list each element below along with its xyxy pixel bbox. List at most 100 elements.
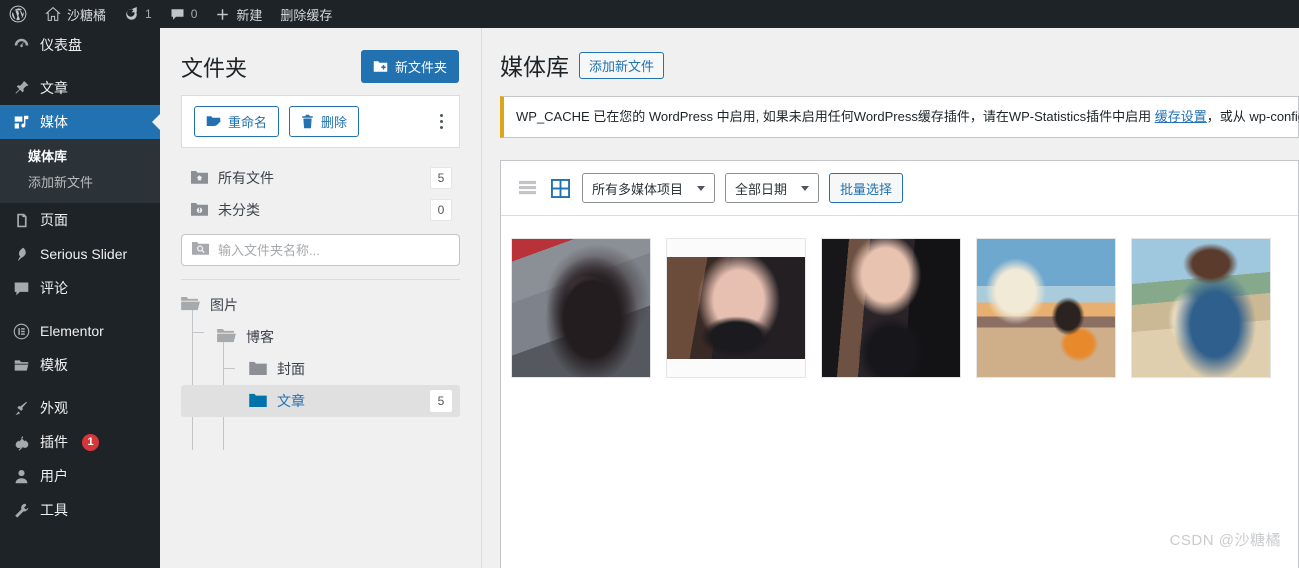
thumbnail-overlay [512,239,650,377]
chevron-down-icon [697,185,706,191]
tree-row-blog[interactable]: 博客 [181,321,460,353]
sidebar-item-label: Serious Slider [40,246,128,262]
plugin-icon [11,434,31,451]
sidebar-item-posts[interactable]: 文章 [0,71,160,105]
folder-row-uncategorized[interactable]: 未分类 0 [181,194,460,226]
folders-header: 文件夹 新文件夹 [160,28,481,95]
media-item-chinese-illustration[interactable] [1131,238,1271,378]
sidebar-item-label: 评论 [40,280,68,296]
tree-row-images[interactable]: 图片 [181,289,460,321]
template-folder-icon [11,357,31,374]
media-item-portrait-woman[interactable] [666,238,806,378]
sidebar-item-plugins[interactable]: 插件 1 [0,425,160,459]
plugins-update-badge: 1 [82,433,99,451]
folders-panel: 文件夹 新文件夹 重命名 删除 所有文件 5 未分类 0 输入文件夹名称... … [160,28,482,568]
media-item-girl-and-cat[interactable] [976,238,1116,378]
tools-wrench-icon [11,502,31,519]
tree-row-articles[interactable]: 文章 5 [181,385,460,417]
media-type-filter[interactable]: 所有多媒体项目 [582,173,716,203]
comments-menu[interactable]: 0 [161,0,207,28]
sidebar-item-comments[interactable]: 评论 [0,271,160,305]
slider-icon [11,246,31,263]
sidebar-separator [0,62,160,71]
media-date-filter-value: 全部日期 [735,181,788,197]
more-options-icon[interactable] [436,110,447,133]
sidebar-item-appearance[interactable]: 外观 [0,391,160,425]
folder-tree: 图片 博客 封面 文章 5 [160,280,481,450]
tree-row-label: 文章 [277,393,305,409]
folder-open-icon [217,328,236,346]
sidebar-subitem-media-library[interactable]: 媒体库 [0,144,160,170]
cache-settings-link[interactable]: 缓存设置 [1155,109,1207,124]
sidebar-item-label: Elementor [40,323,104,339]
media-library-page: 媒体库 添加新文件 WP_CACHE 已在您的 WordPress 中启用, 如… [483,28,1299,568]
chevron-down-icon [801,185,810,191]
list-view-icon[interactable] [516,177,539,200]
sidebar-item-label: 文章 [40,80,68,96]
thumbnail-overlay [1132,239,1270,377]
new-folder-button[interactable]: 新文件夹 [360,50,459,83]
media-icon [11,114,31,131]
thumbnail-overlay [822,239,960,377]
sidebar-item-elementor[interactable]: Elementor [0,314,160,348]
sidebar-subitem-add-new-media[interactable]: 添加新文件 [0,170,160,196]
sidebar-item-tools[interactable]: 工具 [0,493,160,527]
sidebar-item-label: 页面 [40,212,68,228]
folder-row-all-files[interactable]: 所有文件 5 [181,162,460,194]
sidebar-item-dashboard[interactable]: 仪表盘 [0,28,160,62]
sidebar-submenu-media: 媒体库 添加新文件 [0,139,160,203]
media-date-filter[interactable]: 全部日期 [725,173,820,203]
folder-home-icon [191,170,208,187]
bulk-select-button[interactable]: 批量选择 [829,173,904,203]
site-name-menu[interactable]: 沙糖橘 [36,0,115,28]
user-icon [11,468,31,485]
folder-row-count: 0 [430,199,452,221]
sidebar-item-templates[interactable]: 模板 [0,348,160,382]
delete-folder-button[interactable]: 删除 [289,106,360,137]
rename-folder-label: 重命名 [228,115,268,130]
purge-cache-label: 删除缓存 [280,7,333,23]
sidebar-item-users[interactable]: 用户 [0,459,160,493]
media-grid [501,216,1298,378]
folder-search-input[interactable] [218,242,449,258]
media-item-girl-with-umbrella[interactable] [511,238,651,378]
wordpress-logo-icon [9,5,27,23]
sidebar-item-media[interactable]: 媒体 [0,105,160,139]
thumbnail-overlay [977,239,1115,377]
site-name-label: 沙糖橘 [67,7,107,23]
notice-text-before-link: WP_CACHE 已在您的 WordPress 中启用, 如果未启用任何Word… [516,109,1155,124]
purge-cache-menu[interactable]: 删除缓存 [271,0,341,28]
tree-row-label: 博客 [246,329,274,345]
new-content-menu[interactable]: 新建 [206,0,271,28]
folders-quick-list: 所有文件 5 未分类 0 [160,148,481,226]
folder-search-box[interactable] [181,234,460,266]
folder-row-label: 所有文件 [218,170,274,186]
comments-count: 0 [190,7,198,21]
plus-icon [215,7,230,22]
folder-closed-blue-icon [249,393,267,410]
folder-uncategorized-icon [191,202,208,219]
tree-row-label: 封面 [277,361,305,377]
grid-view-icon[interactable] [549,177,572,200]
page-icon [11,212,31,229]
media-frame: 所有多媒体项目 全部日期 批量选择 [500,160,1299,568]
sidebar-item-label: 媒体 [40,114,68,130]
dashboard-icon [11,37,31,54]
wordpress-logo-menu[interactable] [0,0,36,28]
delete-folder-label: 删除 [321,115,348,130]
media-item-woman-black-top[interactable] [821,238,961,378]
page-title: 媒体库 [500,54,569,80]
sidebar-separator [0,382,160,391]
updates-menu[interactable]: 1 [115,0,161,28]
rename-folder-button[interactable]: 重命名 [194,106,280,137]
admin-bar: 沙糖橘 1 0 新建 删除缓存 [0,0,1299,28]
sidebar-item-pages[interactable]: 页面 [0,203,160,237]
tree-row-covers[interactable]: 封面 [181,353,460,385]
sidebar-item-serious-slider[interactable]: Serious Slider [0,237,160,271]
sidebar-item-label: 工具 [40,502,68,518]
updates-count: 1 [145,7,152,21]
folder-open-icon [181,296,200,314]
updates-icon [124,6,139,22]
add-new-media-button[interactable]: 添加新文件 [579,51,665,79]
comment-bubble-icon [170,7,185,22]
